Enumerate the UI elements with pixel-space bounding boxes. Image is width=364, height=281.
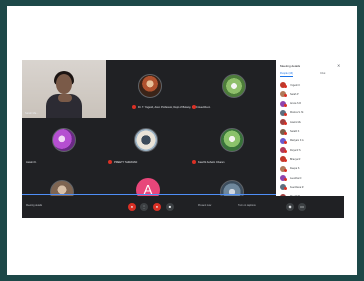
mic-off-icon — [284, 112, 287, 116]
participant-row[interactable]: Yogesh K — [278, 82, 342, 89]
close-icon[interactable]: ✕ — [337, 63, 340, 68]
present-now-button[interactable]: Present now — [198, 204, 211, 207]
self-name-label: Sarah Ma... — [25, 112, 39, 115]
mic-off-icon — [284, 150, 287, 154]
mic-off-icon — [108, 160, 112, 164]
participant-row[interactable]: Divya R S — [278, 147, 342, 154]
mic-off-icon — [284, 140, 287, 144]
progress-bar — [22, 194, 276, 195]
camera-off-button[interactable]: ■ — [166, 203, 174, 211]
participant-row-name: Yogesh K — [290, 83, 301, 87]
participant-row-name: Aswini Mu — [290, 120, 301, 124]
leave-call-button[interactable]: ● — [153, 203, 161, 211]
participant-row[interactable]: Deepa S — [278, 165, 342, 173]
participant-row[interactable]: Mariyam K A — [278, 137, 342, 145]
meeting-details-panel: Meeting details ✕ People (43) Chat Yoges… — [276, 60, 344, 218]
participant-row-name: Sarah P — [290, 92, 299, 96]
participant-avatar[interactable] — [52, 128, 76, 152]
participant-row-name: Bhavya R — [290, 157, 301, 161]
more-options-button[interactable]: ⋮ — [140, 203, 148, 211]
participant-name: Jeevitha A. — [198, 105, 211, 109]
participant-row[interactable]: Sarath K — [278, 128, 342, 136]
participant-row[interactable]: Jeevitha D — [278, 175, 342, 182]
mic-off-icon — [192, 160, 196, 164]
mic-off-icon — [284, 94, 287, 98]
tab-chat[interactable]: Chat — [320, 72, 325, 77]
participant-row-name: Aruna S R — [290, 102, 302, 106]
participant-avatar[interactable] — [138, 74, 162, 98]
panel-title: Meeting details — [280, 64, 301, 68]
participant-name: Keerthi Ashwin Charan — [198, 160, 225, 164]
progress-fill — [22, 194, 276, 195]
video-call-window: Sarah Ma... Dr. T. Yogesh, Asst. Profess… — [22, 60, 344, 218]
people-icon[interactable]: ◆ — [286, 203, 294, 211]
call-toolbar: Meeting details ● ⋮ ● ■ Present now Turn… — [22, 196, 344, 218]
participant-row-name: Monica S. M. — [290, 111, 304, 115]
participant-row[interactable]: Aswini Mu — [278, 119, 342, 126]
participant-row-name: Mariyam K A — [290, 139, 304, 143]
participant-name: PREETY SHRAVAN — [114, 160, 138, 164]
participant-row[interactable]: Sarah P — [278, 91, 342, 98]
mic-off-icon — [192, 105, 196, 109]
participant-row[interactable]: Bhavya R — [278, 156, 342, 163]
video-grid: Sarah Ma... Dr. T. Yogesh, Asst. Profess… — [22, 60, 276, 204]
participant-name: Dr. T. Yogesh, Asst. Professor, Dept of … — [138, 105, 198, 109]
mic-off-icon — [284, 178, 287, 181]
participant-avatar[interactable] — [220, 128, 244, 152]
person-head — [56, 74, 72, 94]
meeting-details-link[interactable]: Meeting details — [26, 204, 42, 207]
self-video-tile[interactable]: Sarah Ma... — [22, 60, 106, 118]
mic-off-icon — [284, 103, 287, 107]
participant-row-name: Divya R S — [290, 148, 301, 152]
mic-off-icon — [284, 159, 287, 163]
captions-button[interactable]: Turn on captions — [238, 204, 256, 207]
mic-off-icon — [132, 105, 136, 109]
participant-row[interactable]: Keerthana R — [278, 184, 342, 191]
mic-off-icon — [284, 85, 287, 88]
mic-off-icon — [284, 187, 287, 191]
mic-off-icon — [284, 168, 287, 172]
participant-row[interactable]: Aruna S R — [278, 100, 342, 108]
tab-people[interactable]: People (43) — [280, 72, 293, 77]
participant-row-name: Jeevitha D — [290, 176, 302, 180]
mic-off-icon — [284, 131, 287, 135]
person-hands — [58, 94, 72, 102]
participant-row-name: Deepa S — [290, 167, 300, 171]
participant-row-name: Keerthana R — [290, 185, 304, 189]
participant-row[interactable]: Monica S. M. — [278, 109, 342, 117]
participant-avatar[interactable] — [222, 74, 246, 98]
mic-off-icon — [284, 122, 287, 126]
mic-off-button[interactable]: ● — [128, 203, 136, 211]
participant-name: Aswini K. — [26, 160, 37, 164]
chat-icon[interactable]: ▭ — [298, 203, 306, 211]
participant-avatar[interactable] — [134, 128, 158, 152]
participant-row-name: Sarath K — [290, 130, 300, 133]
